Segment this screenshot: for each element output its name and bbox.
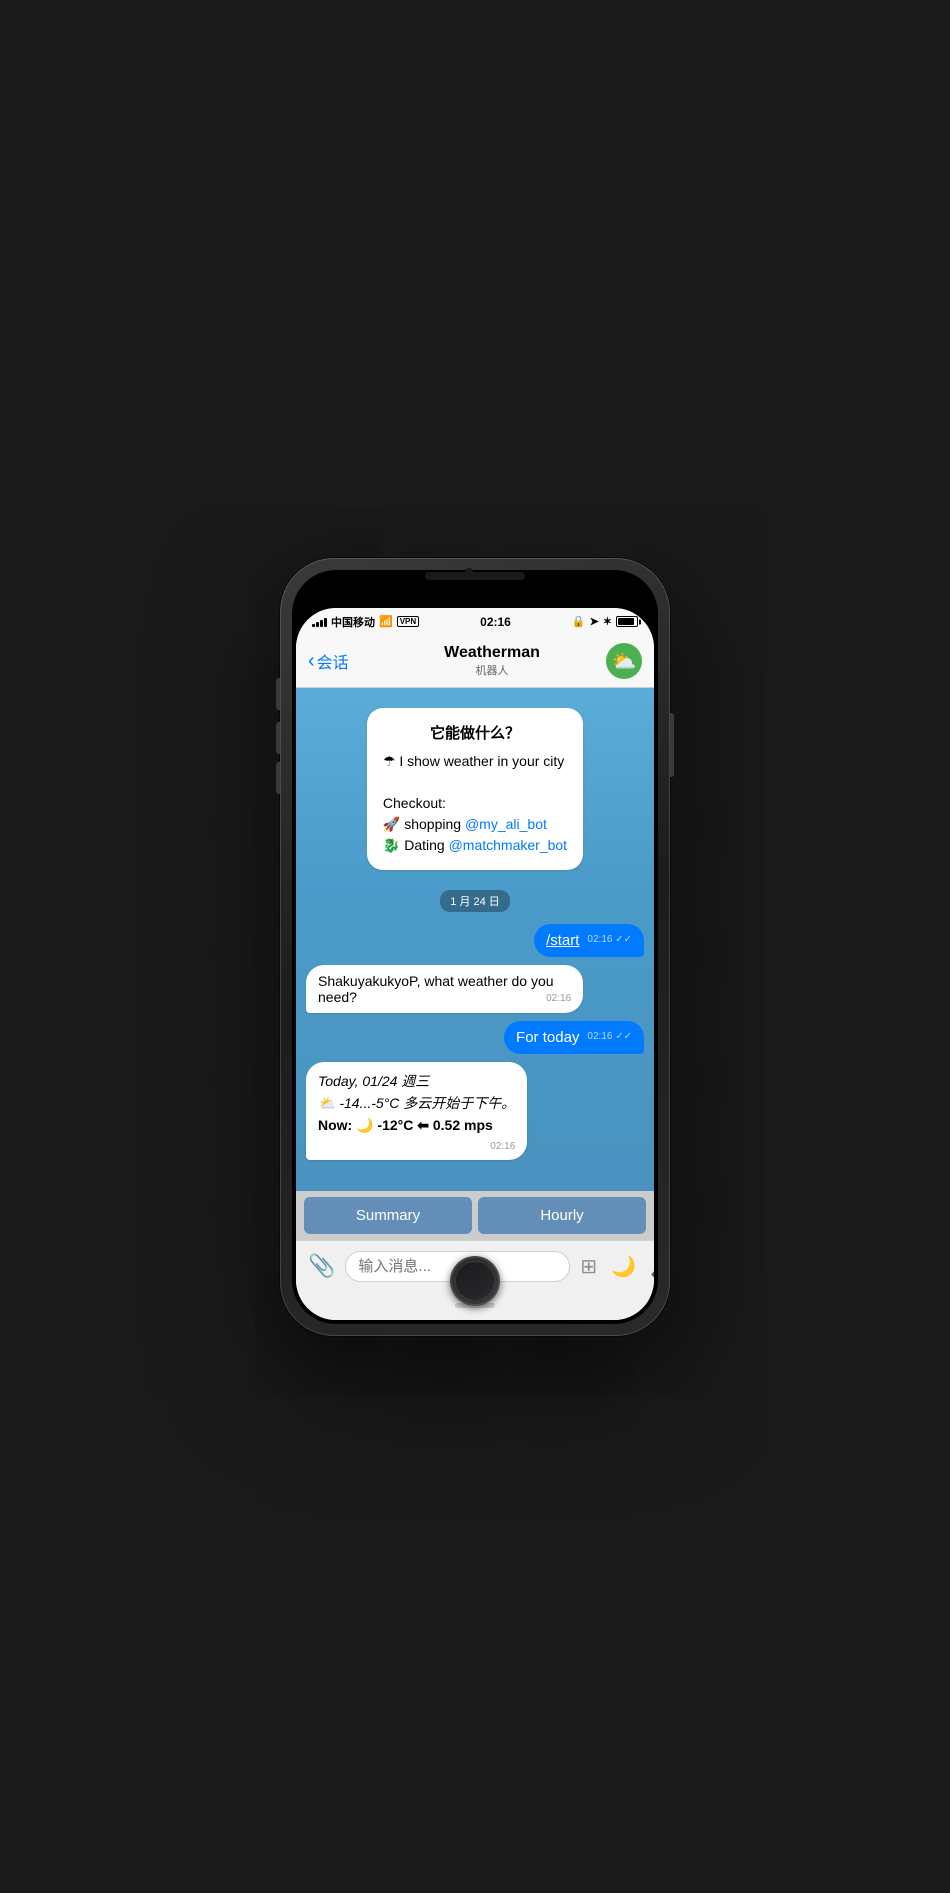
- ios-screen: 中国移动 📶 VPN 02:16 🔒 ➤ ✶ ‹ 会话: [296, 608, 654, 1320]
- msg-for-today-time: 02:16 ✓✓: [587, 1031, 632, 1042]
- welcome-line1: ☂ I show weather in your city: [383, 751, 567, 772]
- emoji-icon[interactable]: 🌙: [607, 1252, 640, 1281]
- chat-action-buttons: Summary Hourly: [296, 1191, 654, 1240]
- mic-icon[interactable]: 🎤: [646, 1252, 654, 1281]
- attach-icon[interactable]: 📎: [304, 1249, 339, 1283]
- date-separator: 1 月 24 日: [440, 890, 510, 912]
- weather-time: 02:16: [490, 1141, 515, 1152]
- speaker: [425, 572, 525, 580]
- welcome-body: ☂ I show weather in your city Checkout: …: [383, 751, 567, 856]
- weather-line1: Today, 01/24 週三: [318, 1070, 515, 1092]
- dating-link[interactable]: @matchmaker_bot: [449, 837, 567, 853]
- weather-line2: ⛅ -14...-5°C 多云开始于下午。: [318, 1092, 515, 1114]
- phone-frame: 中国移动 📶 VPN 02:16 🔒 ➤ ✶ ‹ 会话: [280, 558, 670, 1336]
- weather-line3: Now: 🌙 -12°C ⬅ 0.52 mps: [318, 1114, 515, 1136]
- msg-start-text: /start: [546, 932, 579, 949]
- status-left: 中国移动 📶 VPN: [312, 614, 419, 630]
- double-check-icon2: ✓✓: [615, 1031, 632, 1042]
- location-icon: ➤: [590, 615, 599, 628]
- nav-title: Weatherman: [378, 644, 606, 662]
- signal-icon: [312, 617, 327, 627]
- wifi-icon: 📶: [379, 615, 393, 628]
- back-chevron-icon: ‹: [308, 650, 315, 673]
- welcome-dating: 🐉 Dating @matchmaker_bot: [383, 835, 567, 856]
- msg-for-today: For today 02:16 ✓✓: [504, 1021, 644, 1054]
- welcome-title: 它能做什么？: [383, 722, 567, 743]
- double-check-icon: ✓✓: [615, 934, 632, 945]
- msg-bot-question-time: 02:16: [546, 993, 571, 1004]
- battery-icon: [616, 616, 638, 627]
- navigation-bar: ‹ 会话 Weatherman 机器人 ⛅: [296, 636, 654, 688]
- hourly-button[interactable]: Hourly: [478, 1197, 646, 1234]
- chat-area: 它能做什么？ ☂ I show weather in your city Che…: [296, 688, 654, 1191]
- status-bar: 中国移动 📶 VPN 02:16 🔒 ➤ ✶: [296, 608, 654, 636]
- msg-weather-info: Today, 01/24 週三 ⛅ -14...-5°C 多云开始于下午。 No…: [306, 1062, 527, 1160]
- home-button[interactable]: [450, 1256, 500, 1306]
- back-button[interactable]: ‹ 会话: [308, 649, 378, 673]
- status-time: 02:16: [480, 615, 511, 629]
- nav-subtitle: 机器人: [378, 662, 606, 678]
- vpn-badge: VPN: [397, 616, 419, 627]
- shopping-link[interactable]: @my_ali_bot: [465, 816, 547, 832]
- phone-screen: 中国移动 📶 VPN 02:16 🔒 ➤ ✶ ‹ 会话: [292, 570, 658, 1324]
- summary-button[interactable]: Summary: [304, 1197, 472, 1234]
- carrier-name: 中国移动: [331, 614, 375, 630]
- lock-icon: 🔒: [572, 615, 586, 628]
- welcome-shopping: 🚀 shopping @my_ali_bot: [383, 814, 567, 835]
- back-label: 会话: [317, 649, 349, 673]
- welcome-checkout: Checkout:: [383, 793, 567, 814]
- bot-avatar[interactable]: ⛅: [606, 643, 642, 679]
- sticker-icon[interactable]: ⊞: [576, 1252, 601, 1281]
- msg-bot-question: ShakuyakukyoP, what weather do you need?…: [306, 965, 583, 1013]
- front-camera: [465, 568, 473, 576]
- msg-start-time: 02:16 ✓✓: [587, 934, 632, 945]
- msg-bot-question-text: ShakuyakukyoP, what weather do you need?: [318, 973, 554, 1005]
- nav-center: Weatherman 机器人: [378, 644, 606, 678]
- welcome-bubble: 它能做什么？ ☂ I show weather in your city Che…: [367, 708, 583, 870]
- msg-for-today-text: For today: [516, 1029, 579, 1046]
- bluetooth-icon: ✶: [603, 615, 612, 628]
- msg-start: /start 02:16 ✓✓: [534, 924, 644, 957]
- weather-content: Today, 01/24 週三 ⛅ -14...-5°C 多云开始于下午。 No…: [318, 1070, 515, 1137]
- status-right: 🔒 ➤ ✶: [572, 615, 638, 628]
